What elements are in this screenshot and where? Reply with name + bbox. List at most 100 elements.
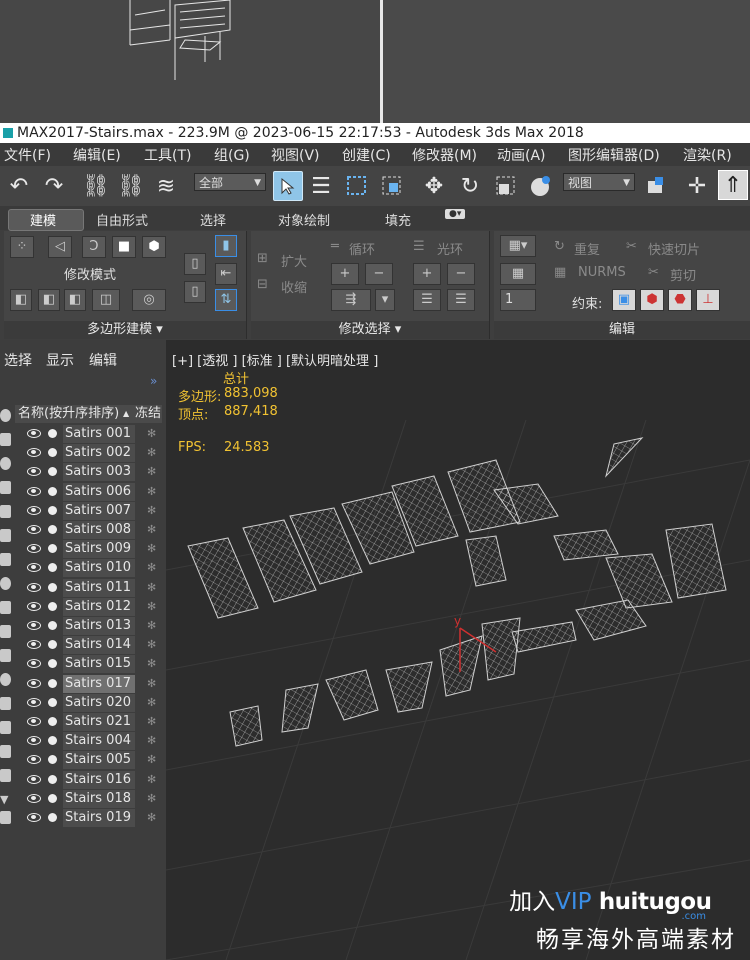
filter-frozen-icon[interactable] (0, 649, 11, 662)
ring-button[interactable]: 光环 (437, 239, 463, 258)
loop-mode-icon[interactable]: ⇶ (331, 289, 371, 311)
table-row[interactable]: Stairs 016 ✻ (15, 770, 162, 789)
top-viewports[interactable] (0, 0, 750, 123)
freeze-icon[interactable]: ✻ (147, 463, 156, 481)
eye-icon[interactable] (27, 659, 41, 669)
ring-mode2-icon[interactable]: ☰ (447, 289, 475, 311)
filter-xrefs-icon[interactable] (0, 577, 11, 590)
unlink-icon[interactable]: ⛓ (117, 172, 145, 200)
eye-icon[interactable] (27, 640, 41, 650)
ref-coord-dropdown[interactable]: 视图 ▼ (563, 173, 635, 191)
table-row[interactable]: Satirs 014 ✻ (15, 636, 162, 655)
panel-polygon-modeling-title[interactable]: 多边形建模 ▾ (4, 321, 246, 339)
chevron-down-icon[interactable]: ▾ (375, 289, 395, 311)
eye-icon[interactable] (27, 467, 41, 477)
rectangular-selection-icon[interactable] (343, 172, 371, 200)
freeze-icon[interactable]: ✻ (147, 636, 156, 654)
object-name[interactable]: Satirs 011 (63, 578, 135, 597)
object-name[interactable]: Satirs 020 (63, 693, 135, 712)
tab-modeling[interactable]: 建模 (30, 210, 56, 229)
nurms-button[interactable]: NURMS (578, 265, 626, 280)
menu-graph-editors[interactable]: 图形编辑器(D) (568, 145, 660, 165)
freeze-icon[interactable]: ✻ (147, 694, 156, 712)
eye-icon[interactable] (27, 525, 41, 534)
object-name[interactable]: Satirs 001 (63, 425, 135, 443)
freeze-icon[interactable]: ✻ (147, 655, 156, 673)
vertex-icon[interactable]: ⁘ (10, 236, 34, 258)
selection-filter-dropdown[interactable]: 全部 ▼ (194, 173, 266, 191)
ring-grow-icon[interactable]: + (413, 263, 441, 285)
renderable-dot-icon[interactable] (48, 640, 57, 650)
table-row[interactable]: Satirs 009 ✻ (15, 540, 162, 559)
menu-group[interactable]: 组(G) (214, 145, 250, 165)
constraint-edge-icon[interactable]: ⬢ (640, 289, 664, 311)
eye-icon[interactable] (27, 697, 41, 707)
eye-icon[interactable] (27, 736, 41, 746)
loop-button[interactable]: 循环 (349, 239, 375, 258)
table-row[interactable]: Satirs 021 ✻ (15, 713, 162, 731)
object-name[interactable]: Satirs 014 (63, 636, 135, 655)
ribbon-options-icon[interactable]: ●▾ (445, 209, 466, 219)
eye-icon[interactable] (27, 563, 41, 573)
table-row[interactable]: Stairs 018 ✻ (15, 789, 162, 808)
object-name[interactable]: Satirs 002 (63, 444, 135, 463)
object-name[interactable]: Stairs 005 (63, 751, 135, 770)
freeze-icon[interactable]: ✻ (147, 751, 156, 769)
freeze-icon[interactable]: ✻ (147, 790, 156, 808)
explorer-menu-select[interactable]: 选择 (4, 350, 32, 370)
table-row[interactable]: Satirs 010 ✻ (15, 559, 162, 578)
filter-bones-icon[interactable] (0, 601, 11, 614)
grow-button[interactable]: 扩大 (281, 251, 307, 270)
name-column-header[interactable]: 名称(按升序排序) (18, 405, 119, 423)
menu-modifiers[interactable]: 修改器(M) (412, 145, 477, 165)
object-name[interactable]: Satirs 010 (63, 559, 135, 578)
ring-mode-icon[interactable]: ☰ (413, 289, 441, 311)
renderable-dot-icon[interactable] (48, 736, 57, 746)
table-row[interactable]: Satirs 007 ✻ (15, 501, 162, 520)
viewport-label-menu[interactable]: [+] [透视 ] [标准 ] [默认明暗处理 ] (172, 350, 378, 369)
preserve-uvs-icon[interactable]: ▦▾ (500, 235, 536, 257)
object-name[interactable]: Satirs 008 (63, 521, 135, 539)
object-name[interactable]: Stairs 016 (63, 770, 135, 789)
freeze-icon[interactable]: ✻ (147, 540, 156, 558)
subobj-icon-5[interactable]: ◎ (132, 289, 166, 311)
freeze-icon[interactable]: ✻ (147, 502, 156, 520)
eye-icon[interactable] (27, 793, 41, 803)
freeze-icon[interactable]: ✻ (147, 521, 156, 539)
renderable-dot-icon[interactable] (48, 621, 57, 630)
filter-lights-icon[interactable] (0, 457, 11, 470)
freeze-icon[interactable]: ✻ (147, 771, 156, 789)
scale-icon[interactable] (492, 172, 520, 200)
object-name[interactable]: Satirs 013 (63, 617, 135, 635)
renderable-dot-icon[interactable] (48, 717, 57, 726)
stack-icon-4[interactable]: ▯ (184, 281, 206, 303)
filter-hidden-icon[interactable] (0, 673, 11, 686)
table-row[interactable]: Satirs 012 ✻ (15, 597, 162, 616)
undo-icon[interactable]: ↶ (5, 172, 33, 200)
renderable-dot-icon[interactable] (48, 793, 57, 803)
panel-modify-selection-title[interactable]: 修改选择 ▾ (251, 321, 489, 339)
border-icon[interactable]: Ɔ (82, 236, 106, 258)
rotate-icon[interactable]: ↻ (456, 172, 484, 200)
loop-shrink-icon[interactable]: − (365, 263, 393, 285)
eye-icon[interactable] (27, 717, 41, 726)
polygon-icon[interactable]: ■ (112, 236, 136, 258)
move-icon[interactable]: ✥ (420, 172, 448, 200)
object-name[interactable]: Satirs 015 (63, 655, 135, 674)
renderable-dot-icon[interactable] (48, 467, 57, 477)
object-name[interactable]: Stairs 004 (63, 732, 135, 751)
subobj-icon-2[interactable]: ◧ (38, 289, 60, 311)
explorer-menu-edit[interactable]: 编辑 (89, 350, 117, 370)
menu-file[interactable]: 文件(F) (4, 145, 51, 165)
renderable-dot-icon[interactable] (48, 601, 57, 611)
menu-animation[interactable]: 动画(A) (497, 145, 546, 165)
eye-icon[interactable] (27, 505, 41, 515)
filter-tool-icon[interactable] (0, 769, 11, 782)
freeze-icon[interactable]: ✻ (147, 444, 156, 462)
renderable-dot-icon[interactable] (48, 774, 57, 784)
eye-icon[interactable] (27, 448, 41, 458)
tab-object-paint[interactable]: 对象绘制 (278, 210, 330, 229)
renderable-dot-icon[interactable] (48, 505, 57, 515)
renderable-dot-icon[interactable] (48, 544, 57, 554)
tab-freeform[interactable]: 自由形式 (96, 210, 148, 229)
